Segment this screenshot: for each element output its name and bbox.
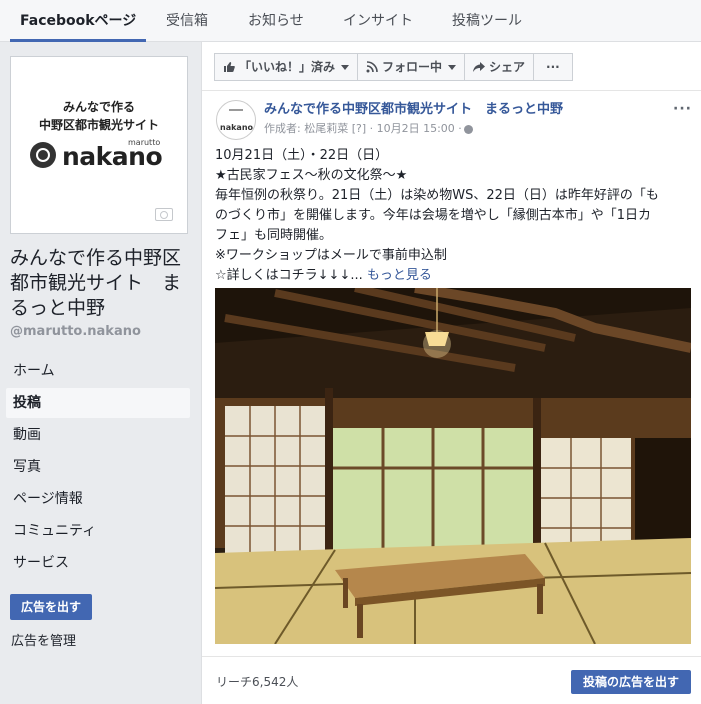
- post-meta: 作成者: 松尾莉菜 [?] · 10月2日 15:00 ·: [264, 120, 473, 136]
- profile-picture[interactable]: みんなで作る 中野区都市観光サイト marutto nakano: [10, 56, 188, 234]
- table-leg: [357, 604, 363, 638]
- shoji-right: [541, 438, 631, 553]
- avatar-logo-text: nakano: [220, 123, 254, 132]
- boost-post-button[interactable]: 投稿の広告を出す: [570, 670, 691, 694]
- post-header: nakano みんなで作る中野区都市観光サイト まるっと中野 作成者: 松尾莉菜…: [202, 90, 701, 140]
- main-content: 「いいね！」済み フォロー中 シェア ··· nakano みんなで作る中野区都…: [201, 42, 701, 704]
- page-name[interactable]: みんなで作る中野区都市観光サイト まるっと中野: [10, 246, 195, 321]
- nav-item-home[interactable]: ホーム: [6, 356, 190, 386]
- manage-ads-link[interactable]: 広告を管理: [11, 630, 76, 649]
- nav-item-posts[interactable]: 投稿: [6, 388, 190, 418]
- post-footer: リーチ6,542人 投稿の広告を出す: [202, 656, 701, 704]
- share-button[interactable]: シェア: [464, 53, 535, 81]
- logo-nakano: nakano: [62, 142, 163, 171]
- camera-icon[interactable]: [155, 208, 173, 221]
- page-handle[interactable]: @marutto.nakano: [10, 324, 141, 339]
- chevron-down-icon: [448, 64, 457, 70]
- tatami-room-photo: [215, 288, 691, 644]
- page-actions: 「いいね！」済み フォロー中 シェア ···: [214, 53, 573, 81]
- thumbs-up-icon: [224, 62, 235, 72]
- top-tab-bar: Facebookページ 受信箱 お知らせ インサイト 投稿ツール: [0, 0, 701, 42]
- more-actions-button[interactable]: ···: [533, 53, 573, 81]
- promote-button[interactable]: 広告を出す: [10, 594, 92, 620]
- post-line: ※ワークショップはメールで事前申込制: [215, 248, 447, 263]
- post-line-last: ☆詳しくはコチラ↓↓↓... もっと見る: [215, 266, 691, 286]
- following-button[interactable]: フォロー中: [357, 53, 466, 81]
- left-sidebar: みんなで作る 中野区都市観光サイト marutto nakano みんなで作る中…: [0, 42, 201, 704]
- nav-item-about[interactable]: ページ情報: [6, 484, 190, 514]
- table-leg: [343, 578, 348, 608]
- more-icon: ···: [546, 60, 560, 74]
- avatar-logo-mark: [229, 109, 243, 119]
- post-line: 毎年恒例の秋祭り。21日（土）は染め物WS、22日（日）は昨年好評の「も: [215, 188, 659, 203]
- globe-icon[interactable]: [463, 124, 473, 134]
- logo-text-line1: みんなで作る: [62, 100, 135, 114]
- post-meta-text: 作成者: 松尾莉菜 [?] · 10月2日 15:00 ·: [264, 122, 462, 135]
- post-line: ★古民家フェス～秋の文化祭～★: [215, 168, 408, 183]
- tab-insights[interactable]: インサイト: [343, 0, 413, 42]
- rss-icon: [366, 61, 378, 73]
- reach-count[interactable]: リーチ6,542人: [216, 673, 298, 690]
- pillar: [325, 388, 333, 568]
- pillar: [533, 398, 541, 568]
- post-line: ☆詳しくはコチラ↓↓↓...: [215, 268, 363, 283]
- post-line: フェ」も同時開催。: [215, 228, 333, 243]
- tab-publishing-tools[interactable]: 投稿ツール: [452, 0, 522, 42]
- lamp-glow: [423, 330, 451, 358]
- table-leg: [537, 584, 543, 614]
- post-text: 10月21日（土）・22日（日） ★古民家フェス～秋の文化祭～★ 毎年恒例の秋祭…: [215, 146, 691, 286]
- see-more-link[interactable]: もっと見る: [367, 268, 432, 283]
- nav-item-services[interactable]: サービス: [6, 548, 190, 578]
- post-author-link[interactable]: みんなで作る中野区都市観光サイト まるっと中野: [264, 98, 563, 117]
- logo-mark-icon: [30, 142, 56, 168]
- liked-button[interactable]: 「いいね！」済み: [214, 53, 359, 81]
- share-icon: [473, 62, 486, 72]
- post-line: のづくり市」を開催します。今年は会場を増やし「縁側古本市」や「1日カ: [215, 208, 651, 223]
- nav-item-community[interactable]: コミュニティ: [6, 516, 190, 546]
- post-photo[interactable]: [215, 288, 691, 644]
- nav-item-photos[interactable]: 写真: [6, 452, 190, 482]
- post-options-icon[interactable]: ···: [673, 101, 692, 117]
- tab-notifications[interactable]: お知らせ: [248, 0, 304, 42]
- profile-logo: みんなで作る 中野区都市観光サイト marutto nakano: [16, 62, 182, 228]
- tab-facebook-page[interactable]: Facebookページ: [9, 0, 147, 42]
- tab-inbox[interactable]: 受信箱: [166, 0, 208, 42]
- share-label: シェア: [489, 60, 526, 74]
- following-label: フォロー中: [382, 60, 443, 74]
- post-avatar[interactable]: nakano: [216, 100, 256, 140]
- post-line: 10月21日（土）・22日（日）: [215, 148, 389, 163]
- chevron-down-icon: [341, 64, 350, 70]
- liked-label: 「いいね！」済み: [239, 60, 336, 74]
- logo-text-line2: 中野区都市観光サイト: [38, 118, 159, 132]
- nav-item-videos[interactable]: 動画: [6, 420, 190, 450]
